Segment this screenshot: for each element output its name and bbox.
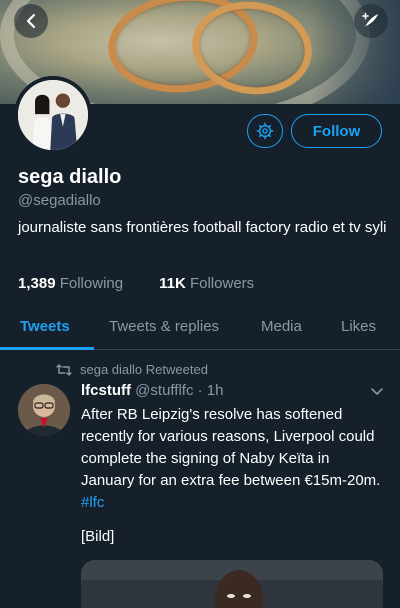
retweet-note: sega diallo Retweeted [56,362,208,377]
back-arrow-icon [26,13,36,29]
settings-button[interactable] [247,114,283,148]
profile-tabs: Tweets Tweets & replies Media Likes [0,306,400,350]
retweet-icon [56,363,72,376]
tweet-hashtag[interactable]: #lfc [81,494,104,511]
profile-avatar[interactable] [14,76,92,154]
tweet-author-name[interactable]: lfcstuff [81,382,131,399]
tweet-media-image[interactable] [81,560,383,608]
active-tab-indicator [0,347,94,350]
tweet-header: lfcstuff @stufflfc · 1h [81,382,224,399]
following-stat[interactable]: 1,389 Following [18,275,123,292]
profile-stats: 1,389 Following 11K Followers [18,275,254,292]
avatar-photo [18,80,88,150]
profile-handle: @segadiallo [18,192,101,209]
following-count: 1,389 [18,275,56,292]
tweet-author-avatar[interactable] [18,384,70,436]
follow-button[interactable]: Follow [291,114,382,148]
compose-button[interactable] [354,4,388,38]
tab-tweets-replies[interactable]: Tweets & replies [109,318,219,335]
chevron-down-icon[interactable] [370,386,384,398]
followers-stat[interactable]: 11K Followers [159,275,254,292]
back-button[interactable] [14,4,48,38]
tab-likes[interactable]: Likes [341,318,376,335]
profile-bio: journaliste sans frontières football fac… [18,219,387,236]
tweet-media-label: [Bild] [81,528,115,545]
followers-count: 11K [159,275,186,292]
retweet-text: sega diallo Retweeted [80,362,208,377]
tab-tweets[interactable]: Tweets [20,318,70,335]
followers-label: Followers [189,275,255,292]
following-label: Following [59,275,124,292]
profile-name: sega diallo [18,166,122,188]
compose-icon [362,12,378,27]
author-photo [18,384,70,436]
tweet-text: After RB Leipzig's resolve has softened … [81,404,386,514]
tweet-author-meta: @stufflfc · 1h [135,382,224,399]
tab-media[interactable]: Media [261,318,302,335]
tweet-body: After RB Leipzig's resolve has softened … [81,406,381,489]
media-photo [81,560,383,608]
gear-icon [256,122,274,140]
